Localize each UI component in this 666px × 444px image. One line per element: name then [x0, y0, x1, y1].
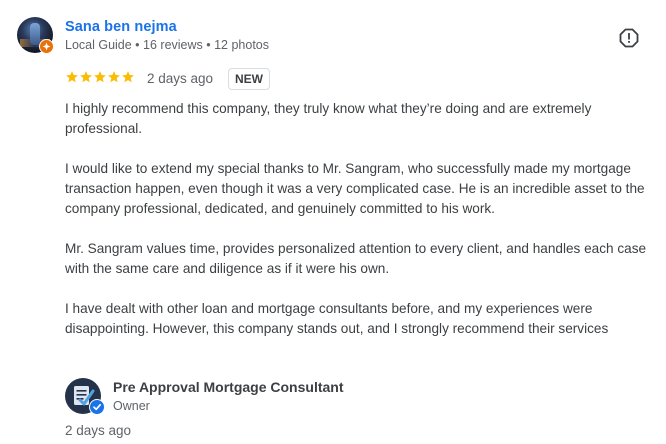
owner-name[interactable]: Pre Approval Mortgage Consultant [113, 379, 344, 395]
new-badge: NEW [228, 68, 270, 90]
star-icon [94, 71, 106, 83]
verified-check-icon [89, 399, 105, 415]
local-guide-badge-icon [39, 39, 54, 54]
review-text: I highly recommend this company, they tr… [65, 99, 655, 359]
review-paragraph: Mr. Sangram values time, provides person… [65, 241, 647, 276]
star-rating [65, 70, 135, 86]
review-time: 2 days ago [147, 71, 214, 86]
star-icon [66, 71, 78, 83]
report-icon[interactable] [619, 28, 639, 48]
review-paragraph: I have dealt with other loan and mortgag… [65, 301, 609, 336]
review-paragraph: I would like to extend my special thanks… [65, 161, 645, 216]
reviewer-name[interactable]: Sana ben nejma [65, 19, 177, 35]
star-icon [108, 71, 120, 83]
star-icon [122, 71, 134, 83]
star-icon [80, 71, 92, 83]
reviewer-meta: Local Guide • 16 reviews • 12 photos [65, 38, 270, 52]
owner-response-time: 2 days ago [65, 423, 132, 438]
review-paragraph: I highly recommend this company, they tr… [65, 101, 592, 136]
owner-role: Owner [113, 399, 150, 413]
